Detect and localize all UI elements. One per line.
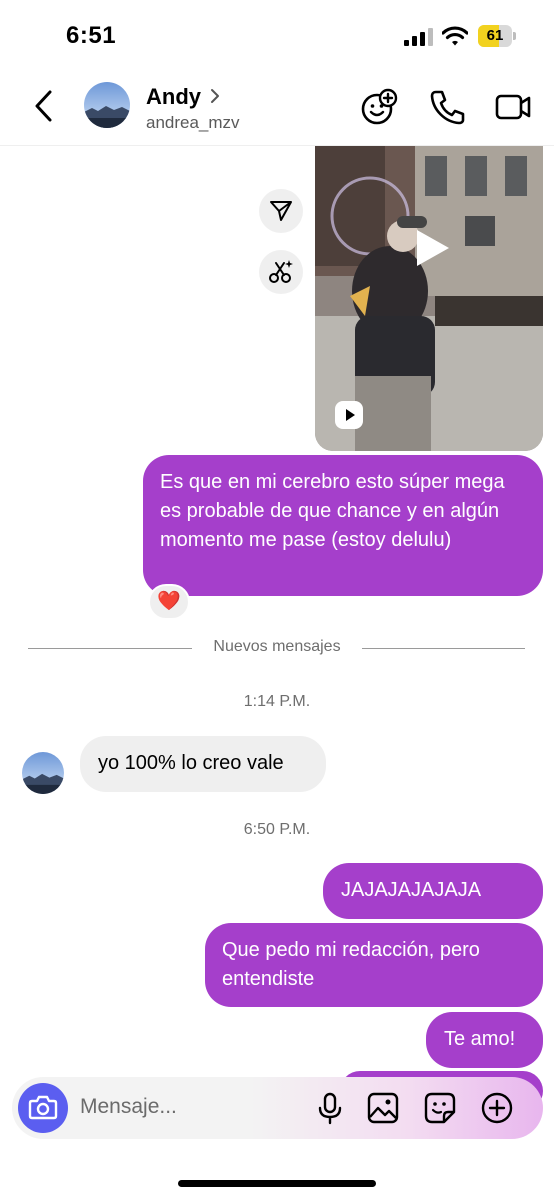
message-incoming[interactable]: yo 100% lo creo vale xyxy=(80,736,326,792)
phone-icon[interactable] xyxy=(428,88,466,126)
sticker-icon[interactable] xyxy=(422,1090,458,1126)
remix-button[interactable] xyxy=(259,250,303,294)
new-messages-divider: Nuevos mensajes xyxy=(213,638,341,655)
sender-avatar[interactable] xyxy=(22,752,64,794)
message-outgoing[interactable]: JAJAJAJAJAJA xyxy=(323,863,543,919)
status-time: 6:51 xyxy=(66,22,117,49)
share-icon xyxy=(270,201,292,221)
message-composer: Mensaje... xyxy=(12,1077,543,1139)
image-icon[interactable] xyxy=(365,1090,401,1126)
video-camera-icon[interactable] xyxy=(494,88,532,126)
microphone-icon[interactable] xyxy=(312,1090,348,1126)
timestamp: 6:50 P.M. xyxy=(243,821,311,838)
video-message[interactable] xyxy=(315,146,543,451)
play-icon[interactable] xyxy=(411,228,451,268)
plus-icon[interactable] xyxy=(479,1090,515,1126)
message-outgoing[interactable]: Es que en mi cerebro esto súper mega es … xyxy=(143,455,543,596)
effects-smiley-icon[interactable] xyxy=(360,88,398,126)
status-bar: 6:51 61 xyxy=(0,0,554,70)
cut-sparkle-icon xyxy=(269,260,293,283)
timestamp: 1:14 P.M. xyxy=(243,693,311,710)
battery-indicator: 61 xyxy=(478,25,516,47)
contact-avatar[interactable] xyxy=(84,82,130,128)
back-chevron-icon[interactable] xyxy=(30,88,60,124)
message-input[interactable]: Mensaje... xyxy=(80,1095,177,1119)
camera-icon xyxy=(28,1095,58,1120)
home-indicator xyxy=(178,1180,376,1187)
contact-name[interactable]: Andy xyxy=(146,84,201,110)
reel-icon xyxy=(335,401,363,429)
chevron-right-icon xyxy=(211,89,219,103)
chat-header: Andy andrea_mzv xyxy=(0,70,554,146)
message-outgoing[interactable]: Te amo! xyxy=(426,1012,543,1068)
wifi-icon xyxy=(442,26,468,46)
contact-username[interactable]: andrea_mzv xyxy=(146,113,240,133)
heart-reaction[interactable]: ❤️ xyxy=(148,584,190,620)
share-button[interactable] xyxy=(259,189,303,233)
camera-button[interactable] xyxy=(18,1083,68,1133)
cellular-signal-icon xyxy=(404,28,433,46)
battery-percent: 61 xyxy=(486,27,504,44)
message-outgoing[interactable]: Que pedo mi redacción, pero entendiste xyxy=(205,923,543,1007)
